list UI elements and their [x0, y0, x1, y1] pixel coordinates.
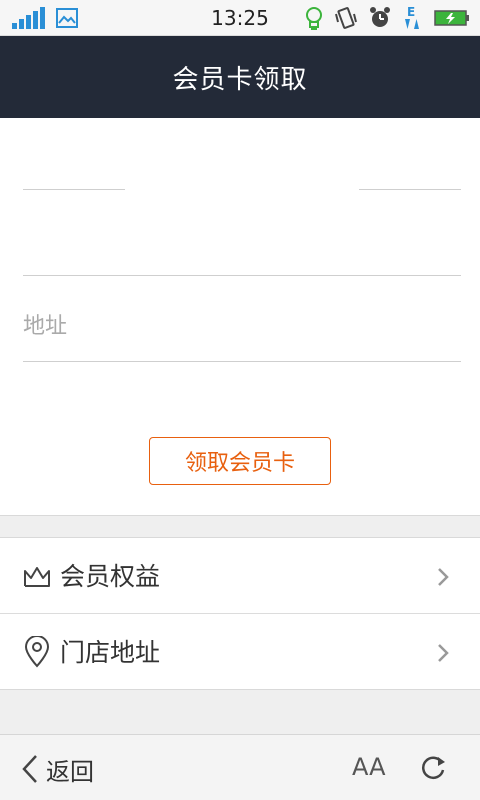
phone-field-divider: [23, 275, 461, 276]
menu-list: 会员权益 门店地址: [0, 537, 480, 690]
bottom-toolbar: 返回 AA: [0, 734, 480, 800]
status-bar: 13:25 E: [0, 0, 480, 36]
name-field-underline[interactable]: [23, 189, 125, 190]
chevron-right-icon: [438, 568, 449, 586]
location-pin-icon: [24, 636, 50, 668]
menu-item-label: 门店地址: [60, 638, 161, 667]
alarm-icon: [370, 7, 390, 27]
bulb-icon: [306, 7, 322, 30]
back-label: 返回: [46, 757, 94, 786]
claim-button-label: 领取会员卡: [184, 451, 295, 476]
vibrate-icon: [335, 7, 357, 29]
crown-icon: [24, 567, 50, 587]
app-header: 会员卡领取: [0, 36, 480, 118]
data-e-icon: E: [405, 5, 419, 29]
address-field-divider: [23, 361, 461, 362]
menu-item-member-benefits[interactable]: 会员权益: [0, 538, 480, 614]
menu-item-store-address[interactable]: 门店地址: [0, 614, 480, 690]
address-input[interactable]: [23, 306, 461, 346]
phone-field-underline[interactable]: [359, 189, 461, 190]
svg-text:E: E: [407, 5, 415, 19]
refresh-icon[interactable]: [418, 753, 448, 783]
page-title: 会员卡领取: [172, 64, 308, 95]
status-right-group: E: [304, 5, 470, 31]
menu-item-label: 会员权益: [60, 562, 161, 591]
chevron-right-icon: [438, 644, 449, 662]
membership-form: 领取会员卡: [0, 118, 480, 516]
font-size-button[interactable]: AA: [352, 753, 386, 781]
chevron-left-icon: [22, 755, 37, 783]
battery-icon: [434, 10, 469, 26]
claim-membership-card-button[interactable]: 领取会员卡: [149, 437, 331, 485]
back-button[interactable]: 返回: [20, 749, 94, 789]
